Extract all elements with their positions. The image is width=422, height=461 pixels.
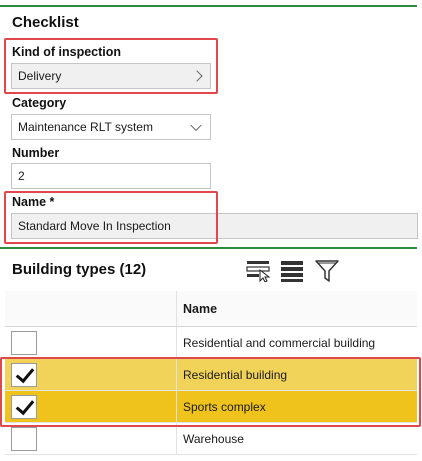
list-view-icon[interactable] (280, 259, 304, 283)
header-checkbox-cell (5, 291, 177, 326)
building-types-title: Building types (12) (12, 261, 147, 278)
kind-of-inspection-highlight (4, 38, 218, 94)
row-name: Residential and commercial building (183, 335, 376, 350)
name-highlight (4, 191, 218, 244)
section-divider (0, 247, 417, 249)
filter-icon[interactable] (314, 258, 340, 284)
number-field[interactable]: 2 (11, 163, 211, 189)
grid-header: Name (5, 291, 417, 327)
row-checkbox-cell (5, 423, 177, 454)
row-checkbox[interactable] (11, 427, 37, 451)
row-checkbox[interactable] (11, 331, 37, 355)
select-rows-icon[interactable] (245, 258, 273, 282)
category-value: Maintenance RLT system (18, 120, 153, 134)
top-divider (0, 5, 417, 7)
table-row[interactable]: Residential and commercial building (5, 327, 417, 359)
selected-rows-highlight (0, 357, 421, 427)
row-checkbox-cell (5, 327, 177, 358)
row-name: Warehouse (183, 431, 244, 446)
number-label: Number (12, 146, 60, 160)
category-label: Category (12, 96, 67, 110)
number-value: 2 (18, 169, 25, 183)
checklist-title: Checklist (12, 14, 79, 31)
category-select[interactable]: Maintenance RLT system (11, 114, 211, 140)
table-row[interactable]: Warehouse (5, 423, 417, 455)
chevron-down-icon (190, 119, 202, 132)
column-header-name[interactable]: Name (183, 291, 217, 326)
